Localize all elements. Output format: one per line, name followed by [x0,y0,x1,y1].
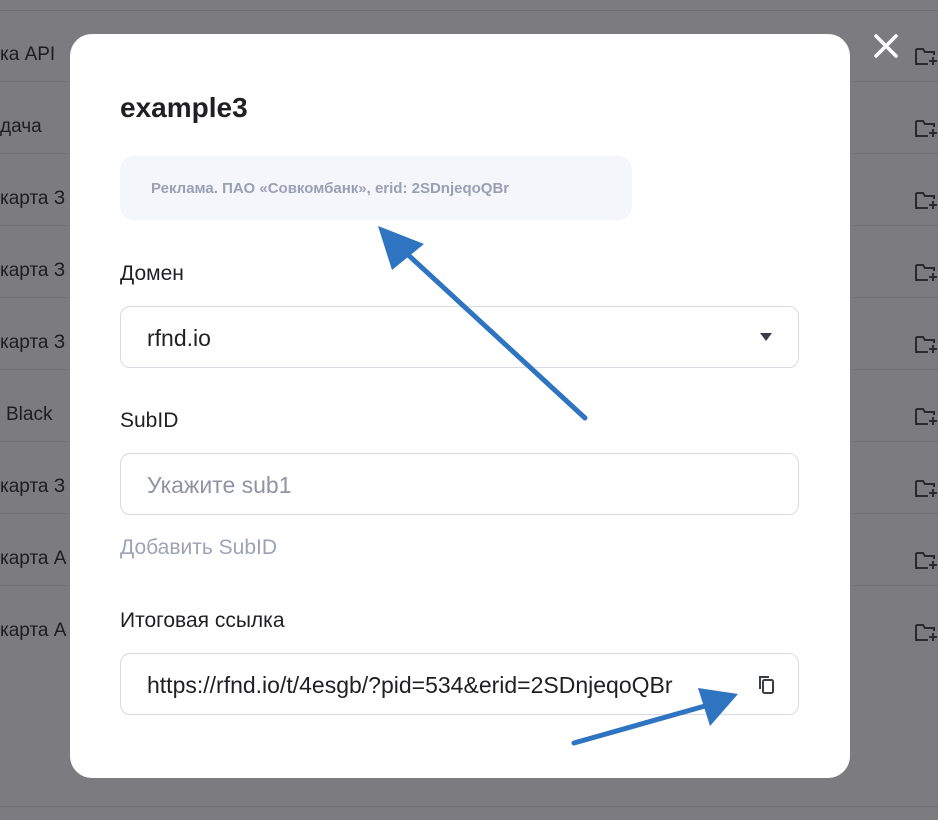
list-item-label: карта З [0,332,66,353]
domain-select[interactable]: rfnd.io [120,306,799,368]
folder-add-icon[interactable] [914,262,938,282]
domain-select-value: rfnd.io [147,325,211,351]
list-item-label: Black [6,404,53,425]
subid-input-placeholder: Укажите sub1 [147,472,292,498]
final-link-field[interactable]: https://rfnd.io/t/4esgb/?pid=534&erid=2S… [120,653,799,715]
list-item-label: карта А [0,620,67,641]
list-item-label: карта З [0,476,66,497]
ad-disclosure-note: Реклама. ПАО «Совкомбанк», erid: 2SDnjeq… [120,156,632,220]
list-item-label: карта З [0,188,66,209]
final-link-value: https://rfnd.io/t/4esgb/?pid=534&erid=2S… [147,672,673,698]
domain-label: Домен [120,262,184,285]
add-subid-link[interactable]: Добавить SubID [120,536,277,560]
folder-add-icon[interactable] [914,118,938,138]
folder-add-icon[interactable] [914,46,938,66]
divider [0,806,938,807]
list-item-label: карта З [0,260,66,281]
folder-add-icon[interactable] [914,478,938,498]
subid-label: SubID [120,409,179,432]
link-modal: example3 Реклама. ПАО «Совкомбанк», erid… [70,34,850,778]
folder-add-icon[interactable] [914,406,938,426]
close-icon[interactable] [870,30,902,62]
list-item-label: дача [0,116,42,137]
subid-input[interactable]: Укажите sub1 [120,453,799,515]
copy-icon[interactable] [754,672,780,698]
folder-add-icon[interactable] [914,334,938,354]
modal-title: example3 [120,92,248,123]
folder-add-icon[interactable] [914,622,938,642]
list-item-label: ка API [0,44,56,65]
list-item-label: карта А [0,548,67,569]
caret-down-icon [760,333,772,341]
folder-add-icon[interactable] [914,550,938,570]
folder-add-icon[interactable] [914,190,938,210]
final-link-label: Итоговая ссылка [120,609,285,632]
